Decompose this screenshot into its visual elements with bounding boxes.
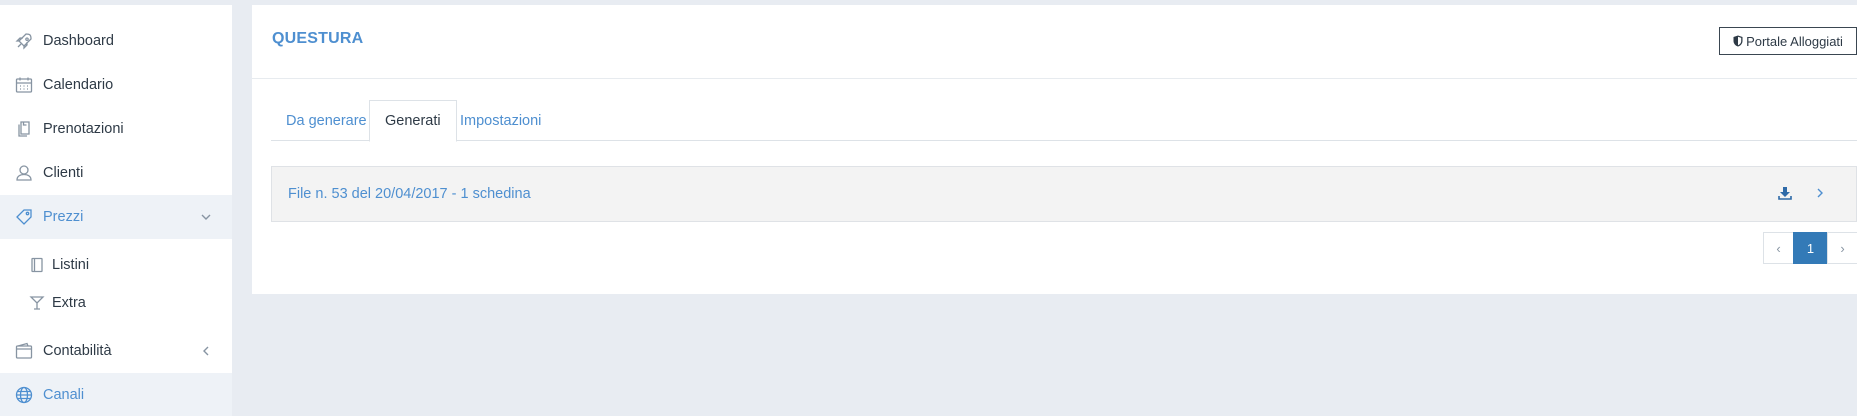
chevron-left-icon[interactable] <box>200 345 212 357</box>
portale-alloggiati-button[interactable]: Portale Alloggiati <box>1719 27 1857 55</box>
prev-page-button[interactable]: ‹ <box>1763 232 1794 264</box>
page-title: QUESTURA <box>272 30 364 47</box>
tab-bar: Da generare Generati Impostazioni <box>271 100 1857 142</box>
sidebar-item-label: Clienti <box>43 165 84 181</box>
panel-header: QUESTURA Portale Alloggiati <box>252 5 1857 79</box>
page-1-button[interactable]: 1 <box>1793 232 1828 264</box>
sidebar-item-label: Dashboard <box>43 33 114 49</box>
tab-impostazioni[interactable]: Impostazioni <box>445 100 556 141</box>
tag-icon <box>13 206 35 228</box>
sidebar-subitem-listini[interactable]: Listini <box>0 246 232 284</box>
tab-da-generare[interactable]: Da generare <box>271 100 382 141</box>
sidebar-item-label: Calendario <box>43 77 114 93</box>
chevron-right-icon[interactable] <box>1815 187 1825 199</box>
tab-label: Impostazioni <box>460 112 542 129</box>
sidebar-item-calendario[interactable]: Calendario <box>0 63 232 107</box>
tab-label: Generati <box>385 113 441 129</box>
globe-icon <box>13 384 35 406</box>
list-item[interactable]: File n. 53 del 20/04/2017 - 1 schedina <box>271 166 1857 222</box>
user-icon <box>13 162 35 184</box>
sidebar-item-prenotazioni[interactable]: Prenotazioni <box>0 107 232 151</box>
chevron-down-icon[interactable] <box>200 211 212 223</box>
sidebar-item-label: Prenotazioni <box>43 121 124 137</box>
documents-icon <box>13 118 35 140</box>
rocket-icon <box>13 30 35 52</box>
tab-label: Da generare <box>286 112 367 129</box>
sidebar-subitem-extra[interactable]: Extra <box>0 284 232 322</box>
sidebar-subitem-label: Listini <box>52 257 90 273</box>
file-label: File n. 53 del 20/04/2017 - 1 schedina <box>288 186 531 202</box>
sidebar-item-label: Canali <box>43 387 85 403</box>
sidebar-item-contabilita[interactable]: Contabilità <box>0 329 232 373</box>
sidebar-item-clienti[interactable]: Clienti <box>0 151 232 195</box>
pagination: ‹ 1 › <box>1763 232 1857 264</box>
download-icon[interactable] <box>1777 185 1793 201</box>
sidebar-item-label: Contabilità <box>43 343 112 359</box>
shield-icon <box>1733 35 1743 47</box>
sidebar-subitem-label: Extra <box>52 295 86 311</box>
sidebar-item-label: Prezzi <box>43 209 84 225</box>
wallet-icon <box>13 340 35 362</box>
cocktail-icon <box>28 294 46 312</box>
next-page-button[interactable]: › <box>1827 232 1857 264</box>
portal-button-label: Portale Alloggiati <box>1746 33 1843 49</box>
notebook-icon <box>28 256 46 274</box>
sidebar-item-canali[interactable]: Canali <box>0 373 232 416</box>
tab-generati[interactable]: Generati <box>369 100 457 142</box>
sidebar-item-prezzi[interactable]: Prezzi <box>0 195 232 239</box>
sidebar: Dashboard Calendario Prenotazioni Client… <box>0 0 232 416</box>
calendar-icon <box>13 74 35 96</box>
questura-panel: QUESTURA Portale Alloggiati Da generare … <box>252 5 1857 294</box>
sidebar-item-dashboard[interactable]: Dashboard <box>0 19 232 63</box>
